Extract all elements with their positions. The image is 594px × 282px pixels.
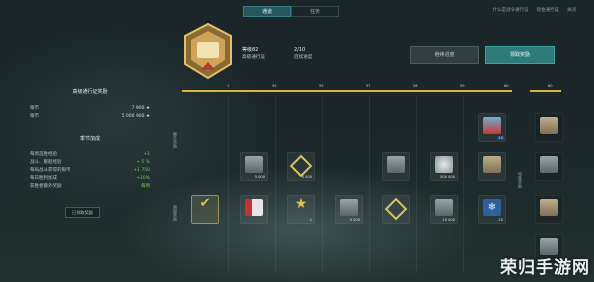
star-icon: ★	[294, 196, 308, 212]
claimed-reward[interactable]: ✔	[191, 195, 219, 224]
reward-avatar[interactable]: 10	[478, 113, 506, 142]
claim-rewards-button[interactable]: 领取奖励	[485, 46, 555, 64]
diamond-icon	[289, 154, 313, 178]
season-row: 战斗、舰船经验 + 5 %	[30, 159, 150, 167]
season-row-value: +10%	[136, 176, 150, 181]
level-label: 等级82	[242, 47, 259, 53]
top-tabs: 通道 任务	[243, 6, 339, 17]
season-row-value: +1	[143, 152, 150, 157]
reward-item[interactable]: 10 000	[430, 195, 458, 224]
season-row-label: 每日胜利加成	[30, 176, 57, 181]
crate-icon	[540, 117, 558, 134]
reward-row-label: 银币	[30, 106, 39, 111]
reward-quantity: 10 000	[442, 218, 455, 222]
reward-row-label: 银币	[30, 114, 39, 119]
continue-progress-button[interactable]: 继续进度	[410, 46, 479, 64]
tab-tasks[interactable]: 任务	[291, 6, 339, 17]
diamond-icon	[384, 197, 408, 221]
season-row-label: 每周首胜经验	[30, 152, 57, 157]
rewards-panel-title: 高级通行证奖励	[72, 89, 108, 95]
reward-quantity: 5 000	[254, 175, 265, 179]
building-icon	[540, 156, 558, 173]
progress-label: 2/10	[294, 47, 306, 53]
claimed-tag[interactable]: 已领取奖励	[65, 207, 100, 218]
progress-sub: 后续进度	[294, 55, 313, 60]
track-bar	[182, 90, 512, 92]
reward-row: 银币 7 900 ★	[30, 105, 150, 113]
season-row: 获胜者额外奖励 每周	[30, 183, 150, 191]
row-label-bottom: 高级奖励	[173, 205, 178, 221]
reward-row-value: 7 900 ★	[131, 106, 150, 111]
reward-item[interactable]	[535, 195, 563, 224]
coin-icon	[435, 156, 453, 173]
season-row-label: 战斗、舰船经验	[30, 160, 62, 165]
reward-quantity: 5 000	[301, 175, 312, 179]
reward-item[interactable]: ★ 1	[287, 195, 315, 224]
top-right-links: 什么是战令通行证 现金通行证 关闭	[493, 6, 577, 16]
building-icon	[387, 156, 405, 173]
season-row: 每日胜利加成 +10%	[30, 175, 150, 183]
track-bar	[530, 90, 561, 92]
avatar-icon	[483, 117, 501, 134]
reward-grid	[181, 96, 513, 272]
tab-pass[interactable]: 通道	[243, 6, 291, 17]
reward-quantity: 5 000	[349, 218, 360, 222]
check-icon: ✔	[199, 196, 211, 211]
special-track: 60	[530, 84, 561, 94]
season-row: 每局战斗获得的银币 +1 750	[30, 167, 150, 175]
season-row-value: 每周	[141, 184, 150, 189]
reward-item[interactable]	[535, 113, 563, 142]
season-row-label: 每局战斗获得的银币	[30, 168, 71, 173]
track-mark: 59	[460, 84, 465, 88]
reward-quantity: 25	[498, 218, 503, 222]
rewards-panel: 高级通行证奖励 银币 7 900 ★ 银币 5 000 900 ★ 季节加成 每…	[30, 88, 150, 191]
track-mark: 55	[319, 84, 324, 88]
reward-quantity: 500 000	[440, 175, 455, 179]
season-row: 每周首胜经验 +1	[30, 151, 150, 159]
reward-item[interactable]: ❄ 25	[478, 195, 506, 224]
row-label-top: 额外奖励	[173, 132, 178, 148]
track-mark: 55	[272, 84, 277, 88]
crate-icon	[540, 199, 558, 216]
track-mark: 57	[366, 84, 371, 88]
pass-emblem-icon	[184, 22, 232, 80]
reward-quantity: 1	[309, 218, 312, 222]
reward-item[interactable]: 5 000	[240, 152, 268, 181]
link-close[interactable]: 关闭	[567, 6, 576, 16]
building-icon	[340, 199, 358, 216]
reward-item[interactable]: 5 000	[287, 152, 315, 181]
building-icon	[245, 156, 263, 173]
level-track: 1 55 55 57 58 59 60	[182, 84, 512, 94]
snowflake-icon: ❄	[483, 199, 501, 216]
level-sub: 高级通行证	[242, 55, 265, 60]
reward-item[interactable]	[382, 152, 410, 181]
reward-item[interactable]	[240, 195, 268, 224]
progress-block: 2/10 后续进度	[294, 47, 312, 61]
reward-item[interactable]: 500 000	[430, 152, 458, 181]
watermark-text: 荣归手游网	[500, 258, 590, 278]
crate-icon	[483, 156, 501, 173]
season-row-label: 获胜者额外奖励	[30, 184, 62, 189]
season-row-value: +1 750	[133, 168, 150, 173]
track-mark: 60	[548, 84, 553, 88]
reward-row-value: 5 000 900 ★	[121, 114, 150, 119]
reward-row: 银币 5 000 900 ★	[30, 113, 150, 121]
track-mark: 1	[227, 84, 230, 88]
reward-item[interactable]	[535, 152, 563, 181]
reward-item[interactable]	[478, 152, 506, 181]
link-what-is-pass[interactable]: 什么是战令通行证	[493, 6, 529, 16]
flag-icon	[245, 199, 263, 216]
link-cash-pass[interactable]: 现金通行证	[537, 6, 560, 16]
row-label-right: 特殊奖励	[518, 172, 523, 188]
reward-quantity: 10	[497, 136, 504, 140]
track-mark: 60	[504, 84, 509, 88]
season-row-value: + 5 %	[136, 160, 150, 165]
track-mark: 58	[413, 84, 418, 88]
reward-item[interactable]	[382, 195, 410, 224]
level-block: 等级82 高级通行证	[242, 47, 265, 61]
season-bonus-title: 季节加成	[79, 136, 100, 142]
building-icon	[435, 199, 453, 216]
reward-item[interactable]: 5 000	[335, 195, 363, 224]
